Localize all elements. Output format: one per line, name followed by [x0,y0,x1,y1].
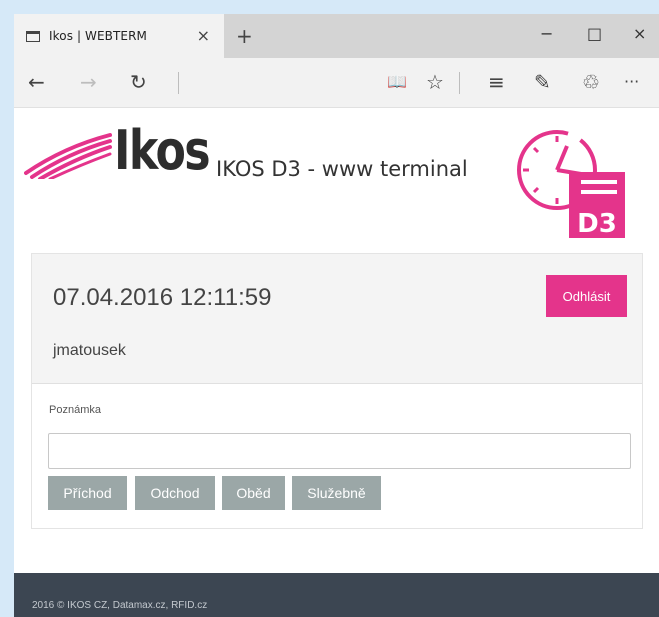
maximize-icon[interactable]: □ [587,24,602,43]
tab-strip: Ikos | WEBTERM × + − □ × [14,14,659,58]
d3-badge-text: D3 [577,209,617,239]
hub-icon[interactable]: ≡ [488,70,505,94]
refresh-icon[interactable]: ↻ [130,70,147,94]
tab-title: Ikos | WEBTERM [49,29,148,43]
toolbar-divider [178,72,179,94]
browser-toolbar: ← → ↻ 📖 ☆ ≡ ✎ ♲ ··· [14,58,659,108]
reading-view-icon[interactable]: 📖 [387,70,407,94]
more-icon[interactable]: ··· [624,70,639,94]
note-input[interactable] [48,433,631,469]
arrival-button[interactable]: Příchod [48,476,127,510]
web-note-icon[interactable]: ✎ [534,70,551,94]
minimize-icon[interactable]: − [540,24,553,43]
business-trip-button[interactable]: Služebně [292,476,381,510]
browser-window: Ikos | WEBTERM × + − □ × ← → ↻ 📖 ☆ ≡ ✎ ♲… [14,14,659,617]
page-icon [26,30,40,42]
logout-button[interactable]: Odhlásit [546,275,627,317]
session-header: 07.04.2016 12:11:59 jmatousek Odhlásit [32,254,642,384]
toolbar-divider [459,72,460,94]
app-title: IKOS D3 - www terminal [216,157,468,181]
lunch-button[interactable]: Oběd [222,476,285,510]
username: jmatousek [53,342,126,359]
terminal-card: 07.04.2016 12:11:59 jmatousek Odhlásit P… [31,253,643,529]
close-window-icon[interactable]: × [633,24,646,43]
d3-clock-logo: D3 [517,130,625,239]
departure-button[interactable]: Odchod [135,476,215,510]
page-footer: 2016 © IKOS CZ, Datamax.cz, RFID.cz [14,573,659,617]
current-datetime: 07.04.2016 12:11:59 [53,284,272,311]
favorite-star-icon[interactable]: ☆ [426,70,444,94]
back-icon[interactable]: ← [28,70,45,94]
brand-logo-text: Ikos [114,119,211,182]
web-page: Ikos IKOS D3 - www terminal D3 07.04.201… [14,109,659,617]
footer-copyright: 2016 © IKOS CZ, Datamax.cz, RFID.cz [32,600,208,611]
forward-icon[interactable]: → [80,70,97,94]
note-label: Poznámka [49,404,101,416]
share-icon[interactable]: ♲ [582,70,600,94]
tab-close-icon[interactable]: × [197,26,210,45]
tab-ikos-webterm[interactable]: Ikos | WEBTERM × [14,14,224,58]
new-tab-icon[interactable]: + [236,24,253,48]
ikos-swoosh-logo [24,133,112,179]
